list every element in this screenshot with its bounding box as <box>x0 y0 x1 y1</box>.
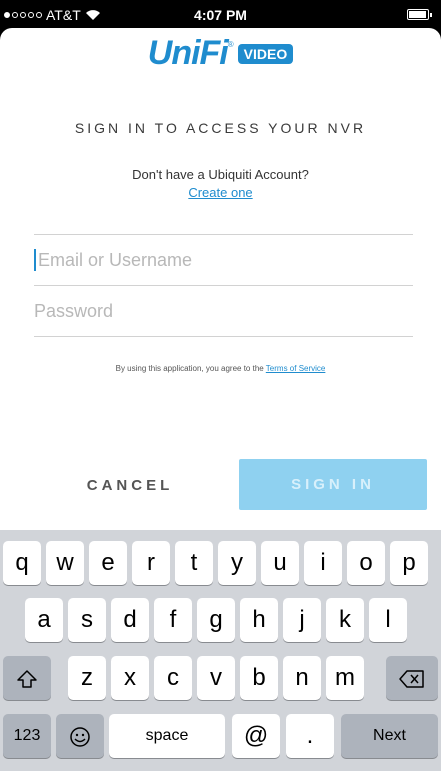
key-n[interactable]: n <box>283 656 321 700</box>
delete-key[interactable] <box>386 656 438 700</box>
status-bar: AT&T 4:07 PM <box>0 0 441 30</box>
divider <box>34 285 413 286</box>
terms-of-service-link[interactable]: Terms of Service <box>266 364 326 373</box>
shift-key[interactable] <box>3 656 51 700</box>
terms-prefix: By using this application, you agree to … <box>115 364 266 373</box>
create-account-link[interactable]: Create one <box>0 185 441 200</box>
key-r[interactable]: r <box>132 541 170 585</box>
key-z[interactable]: z <box>68 656 106 700</box>
keyboard: q w e r t y u i o p a s d f g h j k l z … <box>0 530 441 771</box>
key-g[interactable]: g <box>197 598 235 642</box>
logo-brand: UniFi <box>147 34 229 72</box>
key-q[interactable]: q <box>3 541 41 585</box>
status-time: 4:07 PM <box>194 7 247 23</box>
space-key[interactable]: space <box>109 714 225 758</box>
page-title: SIGN IN TO ACCESS YOUR NVR <box>74 120 367 136</box>
cancel-button[interactable]: CANCEL <box>60 460 200 510</box>
key-l[interactable]: l <box>369 598 407 642</box>
key-w[interactable]: w <box>46 541 84 585</box>
emoji-key[interactable] <box>56 714 104 758</box>
logo-registered: ® <box>227 40 234 49</box>
battery-icon <box>407 9 432 20</box>
key-t[interactable]: t <box>175 541 213 585</box>
no-account-text: Don't have a Ubiquiti Account? <box>132 167 309 182</box>
key-j[interactable]: j <box>283 598 321 642</box>
key-v[interactable]: v <box>197 656 235 700</box>
key-f[interactable]: f <box>154 598 192 642</box>
divider <box>34 336 413 337</box>
logo-badge: VIDEO <box>237 43 294 64</box>
next-key[interactable]: Next <box>341 714 438 758</box>
key-u[interactable]: u <box>261 541 299 585</box>
key-i[interactable]: i <box>304 541 342 585</box>
key-b[interactable]: b <box>240 656 278 700</box>
key-s[interactable]: s <box>68 598 106 642</box>
key-e[interactable]: e <box>89 541 127 585</box>
login-sheet: UniFi®VIDEO SIGN IN TO ACCESS YOUR NVR D… <box>0 28 441 530</box>
key-x[interactable]: x <box>111 656 149 700</box>
email-field[interactable] <box>34 242 413 278</box>
shift-icon <box>17 669 37 688</box>
key-h[interactable]: h <box>240 598 278 642</box>
key-y[interactable]: y <box>218 541 256 585</box>
key-o[interactable]: o <box>347 541 385 585</box>
key-d[interactable]: d <box>111 598 149 642</box>
key-m[interactable]: m <box>326 656 364 700</box>
at-key[interactable]: @ <box>232 714 280 758</box>
unifi-video-logo: UniFi®VIDEO <box>0 34 441 78</box>
emoji-icon <box>70 726 90 747</box>
key-c[interactable]: c <box>154 656 192 700</box>
numbers-key[interactable]: 123 <box>3 714 51 758</box>
key-k[interactable]: k <box>326 598 364 642</box>
terms-text: By using this application, you agree to … <box>0 364 441 373</box>
key-p[interactable]: p <box>390 541 428 585</box>
key-a[interactable]: a <box>25 598 63 642</box>
period-key[interactable]: . <box>286 714 334 758</box>
delete-icon <box>399 669 424 688</box>
sign-in-button[interactable]: SIGN IN <box>239 459 427 510</box>
divider <box>34 234 413 235</box>
password-field[interactable] <box>34 293 413 329</box>
